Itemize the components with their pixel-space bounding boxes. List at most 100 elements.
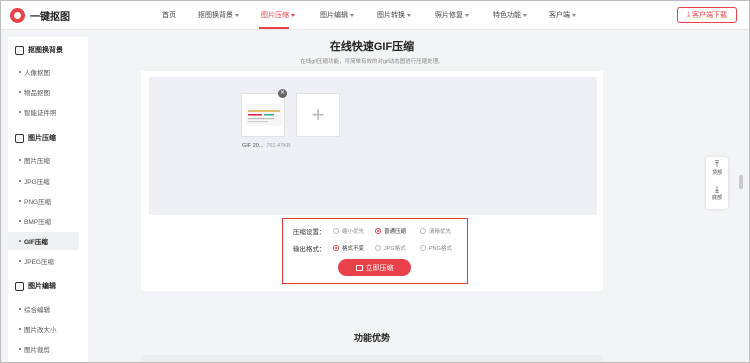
file-thumbnail[interactable]: [241, 93, 285, 137]
sidebar-item-id-photo[interactable]: 智能证件照: [8, 103, 88, 121]
option-label: 普通压缩: [384, 229, 407, 235]
chevron-down-icon: [523, 13, 527, 17]
scroll-float-panel: ⤒ 顶部 ⤓ 底部: [706, 157, 728, 209]
remove-file-icon[interactable]: ✕: [278, 89, 287, 98]
compress-now-button[interactable]: 立即压缩: [338, 259, 411, 276]
file-name: GIF 20...: [242, 143, 264, 149]
option-label: 格式不变: [342, 246, 365, 252]
nav-label: 特色功能: [493, 12, 521, 19]
scrollbar-thumb[interactable]: [739, 175, 743, 189]
chevron-down-icon: [465, 13, 469, 17]
download-label: 客户端下载: [692, 12, 728, 19]
option-png-format[interactable]: PNG格式: [420, 244, 452, 252]
option-label: JPG格式: [384, 246, 406, 252]
brand-logo[interactable]: 一键抠图: [10, 8, 70, 23]
client-download-button[interactable]: ⤓ 客户端下载: [677, 7, 737, 23]
download-icon: ⤓: [686, 11, 691, 18]
top-nav-bar: 一键抠图 首页 抠图换背景 图片压缩 图片编辑 图片转换 照片修复 特色功能 客…: [1, 1, 749, 30]
radio-icon: [420, 245, 426, 251]
sidebar-item-label: PNG压缩: [24, 199, 52, 206]
nav-label: 图片转换: [377, 12, 405, 19]
thumbnail-preview: [246, 104, 282, 126]
plus-icon: +: [311, 102, 325, 127]
nav-label: 抠图换背景: [198, 12, 233, 19]
option-label: PNG格式: [429, 246, 452, 252]
page-title: 在线快速GIF压缩: [329, 41, 415, 53]
option-clarity-first[interactable]: 清晰优先: [420, 227, 451, 235]
sidebar-item-label: 综合编辑: [24, 307, 50, 314]
option-label: 清晰优先: [429, 229, 452, 235]
sidebar-item-jpeg-compress[interactable]: JPEG压缩: [8, 252, 88, 270]
go-to-bottom-button[interactable]: ⤓ 底部: [706, 185, 728, 202]
sidebar-item-image-compress[interactable]: 图片压缩: [8, 151, 88, 169]
brand-name: 一键抠图: [30, 12, 70, 23]
sidebar-item-jpg-compress[interactable]: JPG压缩: [8, 172, 88, 190]
section-title-advantages: 功能优势: [353, 333, 390, 343]
option-jpg-format[interactable]: JPG格式: [375, 244, 406, 252]
sidebar-group-label: 图片压缩: [28, 135, 56, 142]
nav-compress[interactable]: 图片压缩: [261, 10, 295, 20]
gif-preview-image: [248, 110, 280, 123]
sidebar-item-object[interactable]: 物品抠图: [8, 83, 88, 101]
nav-client[interactable]: 客户端: [549, 10, 576, 20]
sidebar-item-label: 智能证件照: [24, 110, 57, 117]
compress-icon: [355, 264, 363, 271]
compress-setting-label: 压缩设置：: [293, 229, 326, 236]
back-to-top-button[interactable]: ⤒ 顶部: [706, 160, 728, 177]
nav-label: 图片编辑: [320, 12, 348, 19]
compression-settings-panel: 压缩设置： 缩小优先 普通压缩 清晰优先 输出格式： 格式不变 JPG格式 PN…: [282, 218, 468, 284]
sidebar-item-label: 人像抠图: [24, 70, 50, 77]
sidebar-group-compress[interactable]: 图片压缩: [15, 133, 56, 143]
option-label: 缩小优先: [342, 229, 365, 235]
radio-selected-icon: [333, 245, 339, 251]
sidebar-item-crop[interactable]: 图片裁剪: [8, 340, 88, 358]
sidebar-item-png-compress[interactable]: PNG压缩: [8, 192, 88, 210]
compress-icon: [15, 133, 24, 143]
nav-features[interactable]: 特色功能: [493, 10, 527, 20]
nav-edit[interactable]: 图片编辑: [320, 10, 354, 20]
nav-convert[interactable]: 图片转换: [377, 10, 411, 20]
add-file-button[interactable]: +: [296, 93, 340, 137]
sidebar-group-cutout[interactable]: 抠图换背景: [15, 45, 63, 55]
chevron-down-icon: [291, 13, 295, 17]
sidebar-item-label: 图片裁剪: [24, 347, 50, 354]
sidebar-item-label: BMP压缩: [24, 219, 52, 226]
chevron-down-icon: [407, 13, 411, 17]
sidebar-item-bmp-compress[interactable]: BMP压缩: [8, 212, 88, 230]
radio-icon: [375, 245, 381, 251]
sidebar: 抠图换背景 人像抠图 物品抠图 智能证件照 图片压缩 图片压缩 JPG压缩 PN…: [8, 37, 88, 362]
sidebar-item-label: JPEG压缩: [24, 259, 54, 266]
sidebar-group-edit[interactable]: 图片编辑: [15, 281, 56, 291]
nav-label: 客户端: [549, 12, 570, 19]
chevron-down-icon: [572, 13, 576, 17]
nav-home[interactable]: 首页: [162, 10, 176, 20]
sidebar-item-label: 图片改大小: [24, 327, 57, 334]
sidebar-item-gif-compress[interactable]: GIF压缩: [8, 232, 79, 250]
nav-repair[interactable]: 照片修复: [435, 10, 469, 20]
sidebar-item-label: JPG压缩: [24, 179, 50, 186]
nav-cutout[interactable]: 抠图换背景: [198, 10, 239, 20]
logo-icon: [10, 8, 25, 23]
sidebar-item-portrait[interactable]: 人像抠图: [8, 63, 88, 81]
option-normal-compress[interactable]: 普通压缩: [375, 227, 406, 235]
chevron-down-icon: [350, 13, 354, 17]
option-smaller-first[interactable]: 缩小优先: [333, 227, 364, 235]
chevron-down-icon: [235, 13, 239, 17]
sidebar-item-general-edit[interactable]: 综合编辑: [8, 300, 88, 318]
file-info: GIF 20... 761.47KB: [242, 143, 291, 149]
radio-icon: [333, 228, 339, 234]
go-to-bottom-label: 底部: [711, 195, 722, 201]
active-nav-underline: [259, 27, 289, 29]
upload-card: ✕ GIF 20... 761.47KB + 压缩设置： 缩小优先 普通压缩 清晰…: [141, 71, 603, 291]
compress-now-label: 立即压缩: [365, 264, 394, 272]
sidebar-item-label: GIF压缩: [24, 239, 48, 246]
nav-label: 首页: [162, 12, 176, 19]
edit-icon: [15, 281, 24, 291]
sidebar-item-label: 图片压缩: [24, 158, 50, 165]
section-divider: [141, 355, 603, 362]
sidebar-item-resize[interactable]: 图片改大小: [8, 320, 88, 338]
sidebar-item-label: 物品抠图: [24, 90, 50, 97]
sidebar-group-label: 抠图换背景: [28, 47, 63, 54]
option-keep-format[interactable]: 格式不变: [333, 244, 364, 252]
upload-drop-zone[interactable]: ✕ GIF 20... 761.47KB +: [149, 77, 597, 215]
